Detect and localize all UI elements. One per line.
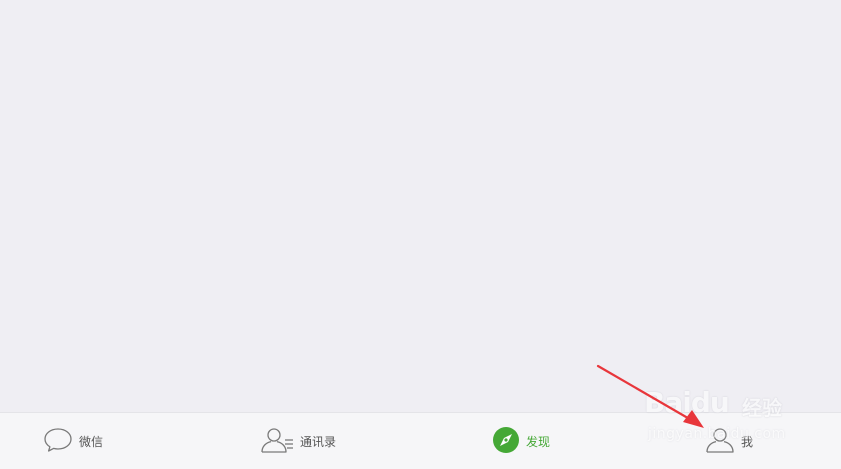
tab-discover[interactable]: 发现: [492, 413, 550, 469]
compass-icon: [492, 426, 520, 458]
wechat-screen: 微信 通讯录 发现 我 Baidu 经验 jingyan.baidu.com: [0, 0, 841, 469]
tab-discover-label: 发现: [526, 435, 551, 449]
bottom-tab-bar: 微信 通讯录 发现 我: [0, 412, 841, 469]
tab-contacts[interactable]: 通讯录: [260, 413, 336, 469]
tab-me[interactable]: 我: [705, 413, 753, 469]
contacts-icon: [260, 426, 294, 458]
tab-contacts-label: 通讯录: [300, 435, 337, 449]
person-icon: [705, 426, 735, 458]
tab-chats-label: 微信: [79, 435, 104, 449]
tab-chats[interactable]: 微信: [43, 413, 103, 469]
empty-content-area: [0, 0, 841, 412]
chat-bubble-icon: [43, 427, 73, 457]
tab-me-label: 我: [741, 435, 754, 449]
